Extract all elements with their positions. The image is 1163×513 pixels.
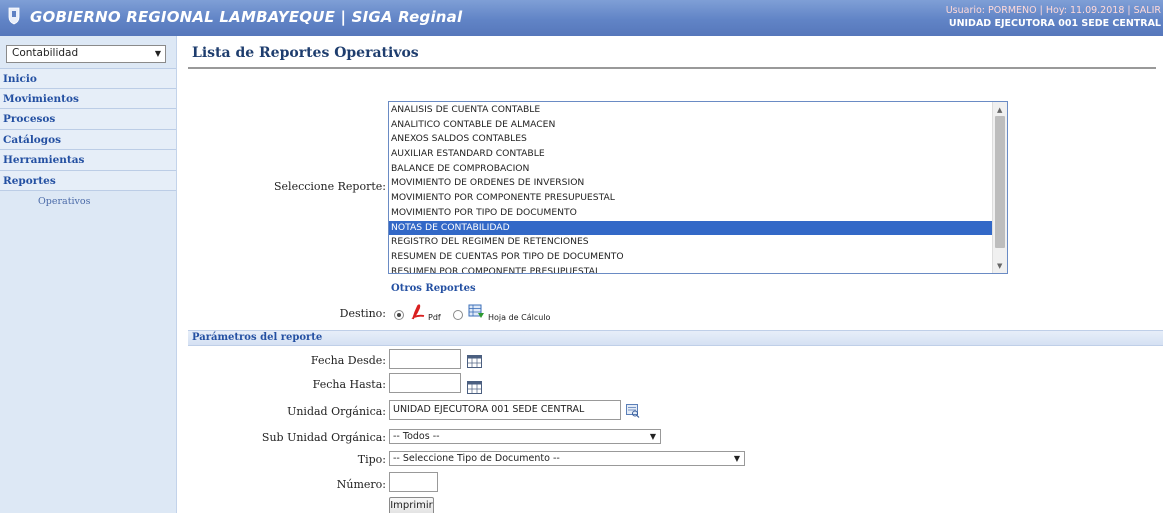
report-option[interactable]: AUXILIAR ESTANDARD CONTABLE xyxy=(389,147,993,162)
numero-input[interactable] xyxy=(389,472,438,492)
sidebar-item-procesos[interactable]: Procesos xyxy=(0,109,176,130)
module-select[interactable]: Contabilidad ▼ xyxy=(6,45,166,63)
fecha-hasta-input[interactable] xyxy=(389,373,461,393)
report-list-scrollbar[interactable]: ▲ ▼ xyxy=(992,102,1007,273)
sidebar-item-movimientos[interactable]: Movimientos xyxy=(0,88,176,109)
fecha-desde-label: Fecha Desde: xyxy=(310,354,386,367)
calendar-icon[interactable] xyxy=(467,355,482,368)
report-listbox[interactable]: ANALISIS DE CUENTA CONTABLE ANALITICO CON… xyxy=(388,101,1008,274)
report-option[interactable]: ANALISIS DE CUENTA CONTABLE xyxy=(389,103,993,118)
unidad-organica-label: Unidad Orgánica: xyxy=(287,405,386,418)
sub-unidad-select[interactable]: -- Todos -- ▼ xyxy=(389,429,661,444)
tipo-documento-select[interactable]: -- Seleccione Tipo de Documento -- ▼ xyxy=(389,451,745,466)
params-section-header: Parámetros del reporte xyxy=(188,330,1163,346)
unidad-organica-input[interactable]: UNIDAD EJECUTORA 001 SEDE CENTRAL xyxy=(389,400,621,420)
pdf-icon xyxy=(411,304,425,320)
module-select-value: Contabilidad xyxy=(12,47,79,59)
report-option[interactable]: ANALITICO CONTABLE DE ALMACEN xyxy=(389,118,993,133)
sub-unidad-select-value: -- Todos -- xyxy=(393,431,440,442)
scroll-down-icon[interactable]: ▼ xyxy=(997,262,1002,270)
chevron-down-icon: ▼ xyxy=(649,432,656,441)
report-option[interactable]: RESUMEN DE CUENTAS POR TIPO DE DOCUMENTO xyxy=(389,250,993,265)
print-button[interactable]: Imprimir xyxy=(389,497,434,513)
report-option[interactable]: BALANCE DE COMPROBACION xyxy=(389,162,993,177)
destino-pdf-radio[interactable] xyxy=(394,310,404,320)
chevron-down-icon: ▼ xyxy=(154,49,161,58)
report-option[interactable]: MOVIMIENTO DE ORDENES DE INVERSION xyxy=(389,176,993,191)
report-option[interactable]: RESUMEN POR COMPONENTE PRESUPUESTAL xyxy=(389,265,993,273)
sidebar-item-inicio[interactable]: Inicio xyxy=(0,68,176,89)
sidebar-item-reportes[interactable]: Reportes xyxy=(0,170,176,191)
sidebar-subitem-operativos[interactable]: Operativos xyxy=(0,191,176,209)
sidebar-item-catalogos[interactable]: Catálogos xyxy=(0,129,176,150)
report-options: ANALISIS DE CUENTA CONTABLE ANALITICO CON… xyxy=(389,103,993,273)
app-header: GOBIERNO REGIONAL LAMBAYEQUE | SIGA Regi… xyxy=(0,0,1163,36)
report-option[interactable]: NOTAS DE CONTABILIDAD xyxy=(389,220,993,236)
report-option[interactable]: MOVIMIENTO POR TIPO DE DOCUMENTO xyxy=(389,206,993,221)
scroll-up-icon[interactable]: ▲ xyxy=(997,106,1002,114)
destino-xls-label: Hoja de Cálculo xyxy=(488,313,551,322)
app-title: GOBIERNO REGIONAL LAMBAYEQUE | SIGA Regi… xyxy=(30,8,463,26)
scroll-thumb[interactable] xyxy=(995,116,1005,248)
fecha-hasta-label: Fecha Hasta: xyxy=(312,378,386,391)
shield-logo-icon xyxy=(8,7,20,25)
sub-unidad-label: Sub Unidad Orgánica: xyxy=(261,431,386,444)
select-report-label: Seleccione Reporte: xyxy=(274,180,386,193)
page-title: Lista de Reportes Operativos xyxy=(192,45,419,61)
calendar-icon[interactable] xyxy=(467,381,482,394)
report-option[interactable]: REGISTRO DEL REGIMEN DE RETENCIONES xyxy=(389,235,993,250)
report-option[interactable]: ANEXOS SALDOS CONTABLES xyxy=(389,132,993,147)
sidebar: Contabilidad ▼ Inicio Movimientos Proces… xyxy=(0,36,177,513)
report-option[interactable]: MOVIMIENTO POR COMPONENTE PRESUPUESTAL xyxy=(389,191,993,206)
tipo-documento-select-value: -- Seleccione Tipo de Documento -- xyxy=(393,453,560,464)
sidebar-item-herramientas[interactable]: Herramientas xyxy=(0,150,176,171)
executing-unit-line: UNIDAD EJECUTORA 001 SEDE CENTRAL xyxy=(948,18,1161,29)
destino-xls-radio[interactable] xyxy=(453,310,463,320)
numero-label: Número: xyxy=(336,478,386,491)
title-divider xyxy=(188,67,1156,69)
user-session-line[interactable]: Usuario: PORMENO | Hoy: 11.09.2018 | SAL… xyxy=(946,4,1161,17)
spreadsheet-icon xyxy=(468,304,484,318)
tipo-label: Tipo: xyxy=(357,453,386,466)
destino-label: Destino: xyxy=(339,307,386,320)
other-reports-link[interactable]: Otros Reportes xyxy=(391,283,476,294)
fecha-desde-input[interactable] xyxy=(389,349,461,369)
user-info: Usuario: PORMENO | Hoy: 11.09.2018 | SAL… xyxy=(946,4,1161,30)
destino-pdf-label: Pdf xyxy=(428,313,441,322)
sidebar-menu: Inicio Movimientos Procesos Catálogos He… xyxy=(0,68,176,209)
chevron-down-icon: ▼ xyxy=(733,454,740,463)
lookup-icon[interactable] xyxy=(626,404,640,418)
